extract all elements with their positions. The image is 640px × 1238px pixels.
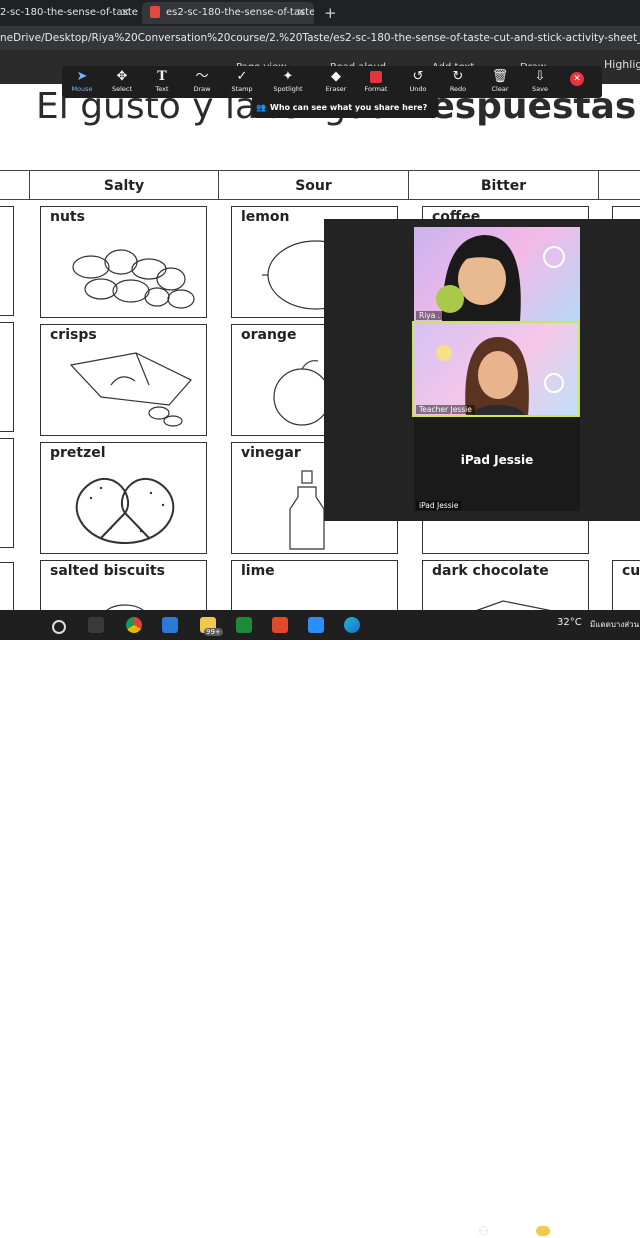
spotlight-tool[interactable]: ✦ Spotlight: [268, 66, 308, 98]
card-partial: [0, 438, 14, 548]
eraser-tool[interactable]: ◆ Eraser: [316, 66, 356, 98]
undo-icon: ↺: [412, 69, 424, 84]
temperature-text: 32°C: [557, 617, 582, 628]
crisps-illustration: [69, 352, 192, 427]
participant-name: Teacher Jessie: [416, 405, 475, 414]
card-pretzel: pretzel: [40, 442, 207, 554]
save-tool[interactable]: ⇩ Save: [520, 66, 560, 98]
people-icon: 👥: [256, 103, 266, 112]
mouse-tool[interactable]: ➤ Mouse: [62, 66, 102, 98]
xbox-icon[interactable]: [236, 617, 252, 633]
search-icon[interactable]: [52, 620, 66, 634]
chrome-icon[interactable]: [126, 617, 142, 633]
people-icon[interactable]: ⚇: [478, 1224, 489, 1238]
browser-tab-bar: 2-sc-180-the-sense-of-taste-c ✕ es2-sc-1…: [0, 0, 640, 26]
card-partial: [0, 206, 14, 316]
format-tool[interactable]: Format: [356, 66, 396, 98]
card-label: cu: [622, 563, 640, 579]
video-tile-teacher-jessie[interactable]: Teacher Jessie: [412, 321, 580, 417]
column-header-left: [0, 170, 30, 200]
address-bar[interactable]: neDrive/Desktop/Riya%20Conversation%20co…: [0, 26, 640, 50]
tab-label: 2-sc-180-the-sense-of-taste-c: [0, 7, 138, 18]
text-icon: T: [157, 69, 167, 84]
stamp-tool[interactable]: ✓ Stamp: [222, 66, 262, 98]
participant-name: Riya .: [416, 311, 444, 320]
column-header-bitter: Bitter: [408, 170, 599, 200]
tab-label: es2-sc-180-the-sense-of-taste-c: [166, 7, 314, 18]
card-crisps: crisps: [40, 324, 207, 436]
draw-icon: 〜: [195, 69, 209, 84]
browser-tab-2[interactable]: es2-sc-180-the-sense-of-taste-c ✕: [142, 2, 314, 24]
office-icon[interactable]: [272, 617, 288, 633]
weather-icon: [536, 1226, 550, 1236]
pdf-icon: [150, 6, 160, 18]
redo-icon: ↻: [452, 69, 464, 84]
check-icon: ✓: [236, 69, 248, 84]
column-header-salty: Salty: [29, 170, 219, 200]
taskbar: 99+ ⚇: [0, 610, 640, 1238]
column-header-right: [598, 170, 640, 200]
url-text: neDrive/Desktop/Riya%20Conversation%20co…: [0, 32, 640, 44]
card-label: lime: [241, 563, 275, 579]
card-partial: [0, 322, 14, 432]
participant-video: [436, 235, 565, 321]
annotation-toolbar: ➤ Mouse ✥ Select T Text 〜 Draw ✓ Stamp ✦ Spotl…: [62, 66, 602, 98]
column-header-sour: Sour: [218, 170, 409, 200]
eraser-icon: ◆: [331, 69, 341, 84]
close-icon[interactable]: ✕: [121, 2, 130, 24]
app-icon[interactable]: [162, 617, 178, 633]
redo-tool[interactable]: ↻ Redo: [438, 66, 478, 98]
format-icon: [356, 69, 396, 84]
weather-status-text: มีแดดบางส่วน: [590, 620, 640, 629]
trash-icon: 🗑: [491, 69, 509, 84]
clear-tool[interactable]: 🗑 Clear: [480, 66, 520, 98]
plus-icon[interactable]: +: [324, 2, 337, 24]
zoom-icon[interactable]: [308, 617, 324, 633]
cursor-icon: ➤: [76, 69, 88, 84]
close-icon[interactable]: ✕: [297, 2, 306, 24]
spotlight-icon: ✦: [282, 69, 294, 84]
move-icon: ✥: [116, 69, 128, 84]
select-tool[interactable]: ✥ Select: [102, 66, 142, 98]
participant-name-large: iPad Jessie: [460, 453, 534, 467]
highlight-button[interactable]: Highligh: [604, 58, 640, 71]
share-visibility-tip[interactable]: 👥 Who can see what you share here?: [252, 98, 438, 118]
pretzel-illustration: [75, 477, 175, 545]
participant-video: [436, 337, 564, 415]
undo-tool[interactable]: ↺ Undo: [398, 66, 438, 98]
video-tile-ipad-jessie[interactable]: iPad Jessie iPad Jessie: [414, 417, 580, 511]
edge-icon[interactable]: [344, 617, 360, 633]
notification-badge: 99+: [204, 628, 223, 636]
video-gallery-panel[interactable]: Riya . Teacher Jessie iPad Jessie iPad J…: [324, 219, 640, 521]
text-tool[interactable]: T Text: [142, 66, 182, 98]
video-tile-riya[interactable]: Riya .: [414, 227, 580, 321]
browser-tab-1[interactable]: 2-sc-180-the-sense-of-taste-c ✕: [0, 2, 138, 24]
nuts-illustration: [72, 249, 195, 309]
participant-name: iPad Jessie: [416, 501, 462, 510]
save-icon: ⇩: [534, 69, 546, 84]
close-icon[interactable]: ✕: [570, 72, 584, 86]
task-view-icon[interactable]: [88, 617, 104, 633]
draw-tool[interactable]: 〜 Draw: [182, 66, 222, 98]
card-nuts: nuts: [40, 206, 207, 318]
